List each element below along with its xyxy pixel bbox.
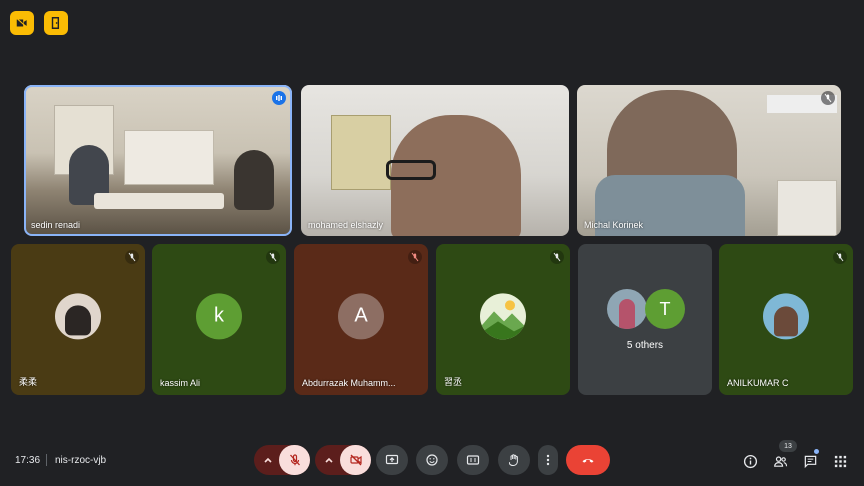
avatar (607, 289, 647, 329)
mic-off-indicator (125, 250, 139, 264)
more-options-button[interactable] (538, 445, 558, 475)
camera-options-button[interactable] (315, 445, 343, 475)
participant-count-badge: 13 (779, 440, 797, 452)
mic-off-icon (836, 252, 844, 262)
people-icon (773, 455, 787, 467)
host-leave-lock-button[interactable] (44, 11, 68, 35)
camera-toggle-button[interactable] (340, 445, 371, 475)
present-screen-icon (385, 454, 399, 465)
glasses (386, 160, 436, 180)
meeting-clock: 17:36 (15, 455, 41, 466)
avatar-photo (774, 305, 798, 336)
info-icon (743, 454, 757, 468)
video-tile-sedin[interactable]: sedin renadi (24, 85, 292, 236)
mic-off-icon (269, 252, 277, 262)
participant-name: kassim Ali (160, 378, 201, 388)
avatar (480, 292, 526, 339)
captions-icon (466, 455, 480, 465)
mic-off-indicator (833, 250, 847, 264)
avatar-tile-kassim[interactable]: k kassim Ali (152, 244, 286, 395)
mic-off-icon (289, 454, 300, 466)
people-button[interactable] (771, 452, 789, 470)
mic-off-icon (553, 252, 561, 262)
participant-name: 習丞 (444, 377, 463, 387)
meet-window: sedin renadi mohamed elshazly Michal Kor… (0, 0, 864, 486)
avatar-photo (65, 304, 91, 335)
mic-off-indicator (550, 250, 564, 264)
participant-name: 柔柔 (19, 377, 38, 387)
video-off-lock-icon (15, 17, 29, 29)
mic-toggle-button[interactable] (279, 445, 310, 475)
landscape-avatar-icon (480, 299, 526, 339)
activities-button[interactable] (831, 452, 849, 470)
mic-off-indicator (266, 250, 280, 264)
chat-button[interactable] (801, 452, 819, 470)
wall-hanging (331, 115, 391, 190)
avatar-tile-abdurrazak[interactable]: A Abdurrazak Muhamm... (294, 244, 428, 395)
avatar: A (338, 292, 384, 339)
audio-level-indicator (272, 91, 286, 105)
end-call-button[interactable] (566, 445, 610, 475)
mic-off-indicator (821, 91, 835, 105)
participant-name: sedin renadi (31, 220, 81, 230)
reactions-button[interactable] (416, 445, 448, 475)
meeting-table (94, 193, 224, 209)
room-shelves (124, 130, 214, 185)
mic-options-button[interactable] (254, 445, 282, 475)
video-tile-mohamed[interactable]: mohamed elshazly (301, 85, 569, 236)
apps-icon (834, 455, 846, 467)
avatar-tile-rourou[interactable]: 柔柔 (11, 244, 145, 395)
mic-off-icon (128, 252, 136, 262)
person-silhouette (234, 150, 274, 210)
video-off-icon (349, 454, 362, 466)
divider (46, 454, 47, 466)
captions-button[interactable] (457, 445, 489, 475)
participant-name: Michal Korinek (584, 220, 644, 230)
present-button[interactable] (376, 445, 408, 475)
chevron-up-icon (325, 457, 333, 463)
participant-name: ANILKUMAR C (727, 378, 789, 388)
mic-off-icon (824, 93, 832, 103)
host-video-lock-button[interactable] (10, 11, 34, 35)
avatar-tile-xicheng[interactable]: 習丞 (436, 244, 570, 395)
avatar-tile-anilkumar[interactable]: ANILKUMAR C (719, 244, 853, 395)
participant-name: Abdurrazak Muhamm... (302, 378, 396, 388)
avatar (55, 292, 101, 339)
avatar-photo (619, 299, 635, 329)
meeting-code[interactable]: nis-rzoc-vjb (55, 455, 106, 466)
room-cabinet (777, 180, 837, 236)
more-vert-icon (546, 454, 550, 466)
video-tile-michal[interactable]: Michal Korinek (577, 85, 841, 236)
avatar: k (196, 292, 242, 339)
call-end-icon (582, 458, 594, 463)
chat-icon (804, 455, 816, 468)
avatar (763, 292, 809, 339)
mic-off-icon (411, 252, 419, 262)
others-tile[interactable]: T 5 others (578, 244, 712, 395)
raise-hand-button[interactable] (498, 445, 530, 475)
meeting-details-button[interactable] (741, 452, 759, 470)
chevron-up-icon (264, 457, 272, 463)
emoji-icon (426, 454, 438, 466)
participant-name: mohamed elshazly (308, 220, 384, 230)
audio-level-icon (276, 95, 282, 101)
hand-icon (509, 454, 518, 466)
mic-off-indicator (408, 250, 422, 264)
others-count-label: 5 others (626, 340, 664, 351)
chat-notification-dot (814, 449, 819, 454)
door-exit-icon (51, 17, 60, 29)
avatar: T (645, 289, 685, 329)
